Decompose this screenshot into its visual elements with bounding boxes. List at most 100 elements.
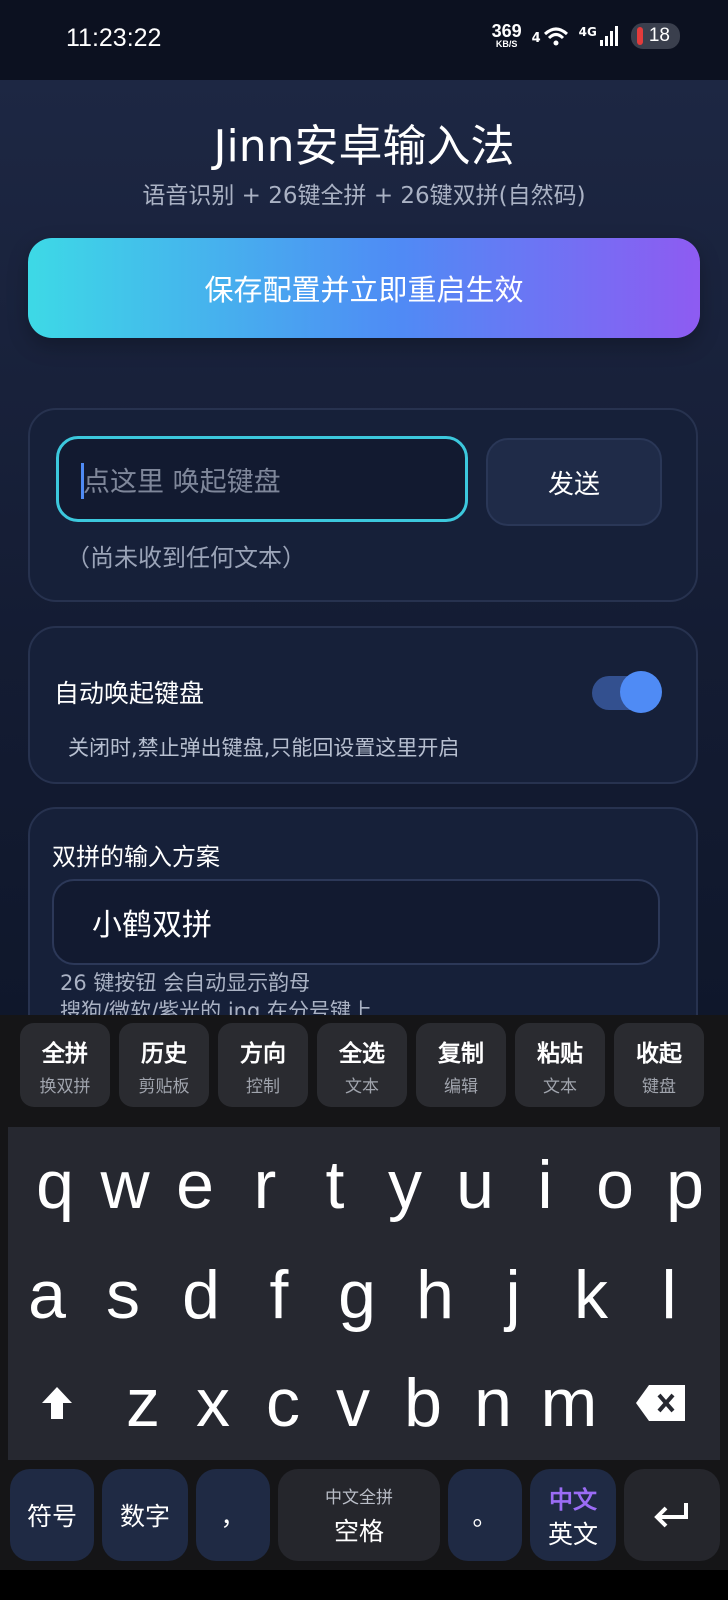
save-restart-button[interactable]: 保存配置并立即重启生效 (28, 238, 700, 338)
space-key[interactable]: 中文全拼 空格 (278, 1469, 440, 1561)
keyboard-bottom-row: 符号 数字 ， 中文全拼 空格 。 中文 英文 (0, 1463, 728, 1563)
language-active-label: 中文 (549, 1485, 597, 1514)
key-l[interactable]: l (634, 1245, 704, 1345)
status-time: 11:23:22 (66, 24, 162, 52)
comma-key[interactable]: ， (196, 1469, 270, 1561)
key-q[interactable]: q (20, 1135, 90, 1235)
func-key-label: 粘贴 (537, 1040, 583, 1067)
func-key-sublabel: 编辑 (444, 1076, 478, 1097)
shift-key[interactable] (22, 1353, 92, 1453)
scheme-note-1: 26 键按钮 会自动显示韵母 (60, 971, 311, 995)
letter-keys-area: q w e r t y u i o p a s d f g h j k l z … (8, 1127, 720, 1460)
key-k[interactable]: k (556, 1245, 626, 1345)
func-key-label: 历史 (141, 1040, 187, 1067)
period-key[interactable]: 。 (448, 1469, 522, 1561)
status-bar: 11:23:22 369 KB/S 4 4G 18 (0, 0, 728, 80)
input-test-card: 点这里 唤起键盘 发送 （尚未收到任何文本） (28, 408, 698, 602)
func-key-sublabel: 键盘 (642, 1076, 676, 1097)
key-g[interactable]: g (322, 1245, 392, 1345)
test-input-placeholder: 点这里 唤起键盘 (83, 466, 281, 498)
key-e[interactable]: e (160, 1135, 230, 1235)
auto-keyboard-toggle[interactable] (592, 671, 662, 713)
toggle-knob (620, 671, 662, 713)
key-w[interactable]: w (90, 1135, 160, 1235)
text-caret (81, 463, 84, 499)
key-i[interactable]: i (510, 1135, 580, 1235)
key-z[interactable]: z (108, 1353, 178, 1453)
function-bar: 全拼 换双拼 历史 剪贴板 方向 控制 全选 文本 复制 编辑 粘贴 文本 收起… (0, 1015, 728, 1115)
key-j[interactable]: j (478, 1245, 548, 1345)
key-b[interactable]: b (388, 1353, 458, 1453)
func-key-pinyin-mode[interactable]: 全拼 换双拼 (20, 1023, 110, 1107)
func-key-clipboard[interactable]: 历史 剪贴板 (119, 1023, 209, 1107)
func-key-sublabel: 控制 (246, 1076, 280, 1097)
scheme-select[interactable]: 小鹤双拼 (52, 879, 660, 965)
key-a[interactable]: a (12, 1245, 82, 1345)
scheme-note-2: 搜狗/微软/紫光的 ing 在分号键上 (60, 999, 372, 1015)
network-speed-unit: KB/S (495, 39, 518, 49)
key-f[interactable]: f (244, 1245, 314, 1345)
signal-label: 4G (578, 24, 597, 39)
space-key-label: 空格 (333, 1516, 384, 1546)
key-u[interactable]: u (440, 1135, 510, 1235)
func-key-sublabel: 剪贴板 (138, 1076, 190, 1097)
app-subtitle: 语音识别 + 26键全拼 + 26键双拼(自然码) (142, 183, 586, 209)
func-key-label: 复制 (438, 1040, 484, 1067)
navigation-bar (0, 1570, 728, 1600)
shuangpin-scheme-card: 双拼的输入方案 小鹤双拼 26 键按钮 会自动显示韵母 搜狗/微软/紫光的 in… (28, 807, 698, 1015)
app-title: Jinn安卓输入法 (213, 121, 515, 172)
key-m[interactable]: m (534, 1353, 604, 1453)
func-key-label: 方向 (240, 1040, 286, 1067)
enter-arrow-icon (654, 1503, 688, 1528)
key-h[interactable]: h (400, 1245, 470, 1345)
key-r[interactable]: r (230, 1135, 300, 1235)
period-key-label: 。 (472, 1502, 498, 1531)
func-key-label: 全选 (339, 1040, 385, 1067)
network-speed-value: 369 (491, 21, 522, 41)
key-v[interactable]: v (318, 1353, 388, 1453)
func-key-direction[interactable]: 方向 控制 (218, 1023, 308, 1107)
func-key-sublabel: 文本 (543, 1076, 577, 1097)
language-alt-label: 英文 (547, 1519, 598, 1549)
key-t[interactable]: t (300, 1135, 370, 1235)
wifi-icon: 4 (532, 26, 569, 46)
func-key-copy[interactable]: 复制 编辑 (416, 1023, 506, 1107)
numbers-key[interactable]: 数字 (102, 1469, 188, 1561)
auto-keyboard-label: 自动唤起键盘 (54, 679, 205, 708)
func-key-label: 全拼 (42, 1040, 88, 1067)
enter-key[interactable] (624, 1469, 720, 1561)
battery-level: 18 (648, 24, 670, 46)
key-p[interactable]: p (650, 1135, 720, 1235)
symbols-key[interactable]: 符号 (10, 1469, 94, 1561)
func-key-label: 收起 (636, 1040, 682, 1067)
send-button[interactable]: 发送 (486, 438, 662, 526)
key-y[interactable]: y (370, 1135, 440, 1235)
func-key-hide-keyboard[interactable]: 收起 键盘 (614, 1023, 704, 1107)
battery-level-icon (636, 26, 643, 45)
key-c[interactable]: c (248, 1353, 318, 1453)
auto-keyboard-card: 自动唤起键盘 关闭时,禁止弹出键盘,只能回设置这里开启 (28, 626, 698, 784)
key-s[interactable]: s (88, 1245, 158, 1345)
func-key-select-all[interactable]: 全选 文本 (317, 1023, 407, 1107)
key-d[interactable]: d (166, 1245, 236, 1345)
key-x[interactable]: x (178, 1353, 248, 1453)
soft-keyboard: 全拼 换双拼 历史 剪贴板 方向 控制 全选 文本 复制 编辑 粘贴 文本 收起… (0, 1015, 728, 1570)
func-key-paste[interactable]: 粘贴 文本 (515, 1023, 605, 1107)
func-key-sublabel: 换双拼 (39, 1076, 91, 1097)
auto-keyboard-description: 关闭时,禁止弹出键盘,只能回设置这里开启 (68, 736, 460, 760)
comma-key-label: ， (220, 1502, 246, 1531)
cell-signal-icon: 4G (579, 25, 621, 47)
numbers-key-label: 数字 (119, 1502, 170, 1531)
symbols-key-label: 符号 (26, 1502, 77, 1531)
shift-arrow-icon (42, 1387, 72, 1419)
key-o[interactable]: o (580, 1135, 650, 1235)
status-icons: 369 KB/S 4 4G 18 (492, 22, 680, 49)
func-key-sublabel: 文本 (345, 1076, 379, 1097)
app-content: Jinn安卓输入法 语音识别 + 26键全拼 + 26键双拼(自然码) 保存配置… (0, 80, 728, 1015)
battery-indicator: 18 (630, 22, 680, 49)
test-text-input[interactable]: 点这里 唤起键盘 (56, 436, 468, 522)
key-n[interactable]: n (458, 1353, 528, 1453)
language-switch-key[interactable]: 中文 英文 (530, 1469, 616, 1561)
backspace-icon (636, 1385, 685, 1421)
backspace-key[interactable] (626, 1353, 696, 1453)
